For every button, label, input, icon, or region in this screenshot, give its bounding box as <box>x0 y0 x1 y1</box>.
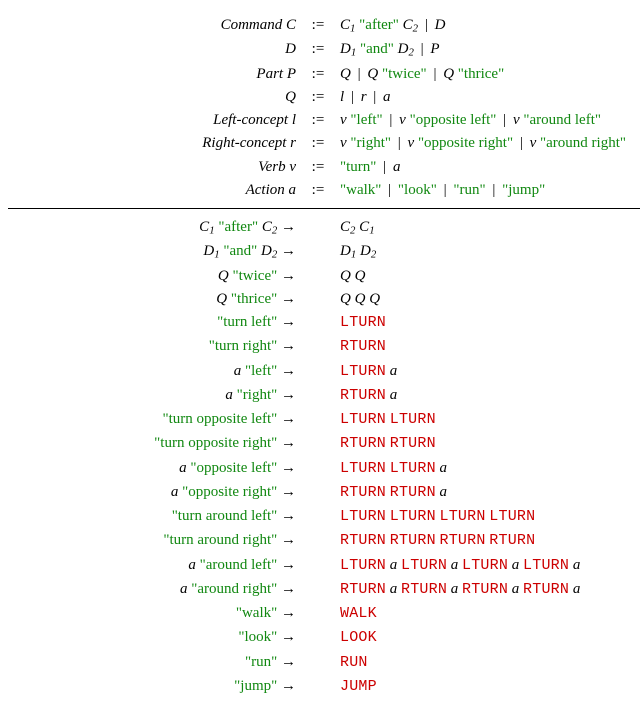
rule-row: D1 "and" D2 → D1 D2 <box>8 241 640 262</box>
grammar-row: Left-concept l := v "left" | v "opposite… <box>8 110 640 130</box>
rule-row: "run" → RUN <box>8 652 640 673</box>
rule-row: "turn left" → LTURN <box>8 312 640 333</box>
rule-row: "walk" → WALK <box>8 603 640 624</box>
rhs: C1 "after" C2 | D <box>336 15 640 36</box>
grammar-row: Verb v := "turn" | a <box>8 157 640 177</box>
rule-row: Q "twice" → Q Q <box>8 266 640 286</box>
grammar-row: Action a := "walk" | "look" | "run" | "j… <box>8 180 640 200</box>
rule-row: C1 "after" C2 → C2 C1 <box>8 217 640 238</box>
rule-row: a "opposite right" → RTURN RTURN a <box>8 482 640 503</box>
op: := <box>300 15 336 35</box>
grammar-row: Part P := Q | Q "twice" | Q "thrice" <box>8 64 640 84</box>
rule-row: "jump" → JUMP <box>8 676 640 697</box>
rule-row: a "opposite left" → LTURN LTURN a <box>8 458 640 479</box>
rule-row: a "right" → RTURN a <box>8 385 640 406</box>
divider <box>8 208 640 209</box>
rule-row: "turn around left" → LTURN LTURN LTURN L… <box>8 506 640 527</box>
grammar-row: D := D1 "and" D2 | P <box>8 39 640 60</box>
rule-row: a "around right" → RTURN a RTURN a RTURN… <box>8 579 640 600</box>
rule-row: a "around left" → LTURN a LTURN a LTURN … <box>8 555 640 576</box>
rule-row: "turn opposite right" → RTURN RTURN <box>8 433 640 454</box>
lhs: Command C <box>8 15 300 35</box>
grammar-row: Command C := C1 "after" C2 | D <box>8 15 640 36</box>
rule-row: Q "thrice" → Q Q Q <box>8 289 640 309</box>
nt-command-c: Command C <box>221 17 296 33</box>
rule-row: "turn opposite left" → LTURN LTURN <box>8 409 640 430</box>
rule-row: a "left" → LTURN a <box>8 361 640 382</box>
grammar-row: Right-concept r := v "right" | v "opposi… <box>8 133 640 153</box>
rule-row: "turn right" → RTURN <box>8 336 640 357</box>
grammar-row: Q := l | r | a <box>8 87 640 107</box>
rule-row: "turn around right" → RTURN RTURN RTURN … <box>8 530 640 551</box>
rule-row: "look" → LOOK <box>8 627 640 648</box>
